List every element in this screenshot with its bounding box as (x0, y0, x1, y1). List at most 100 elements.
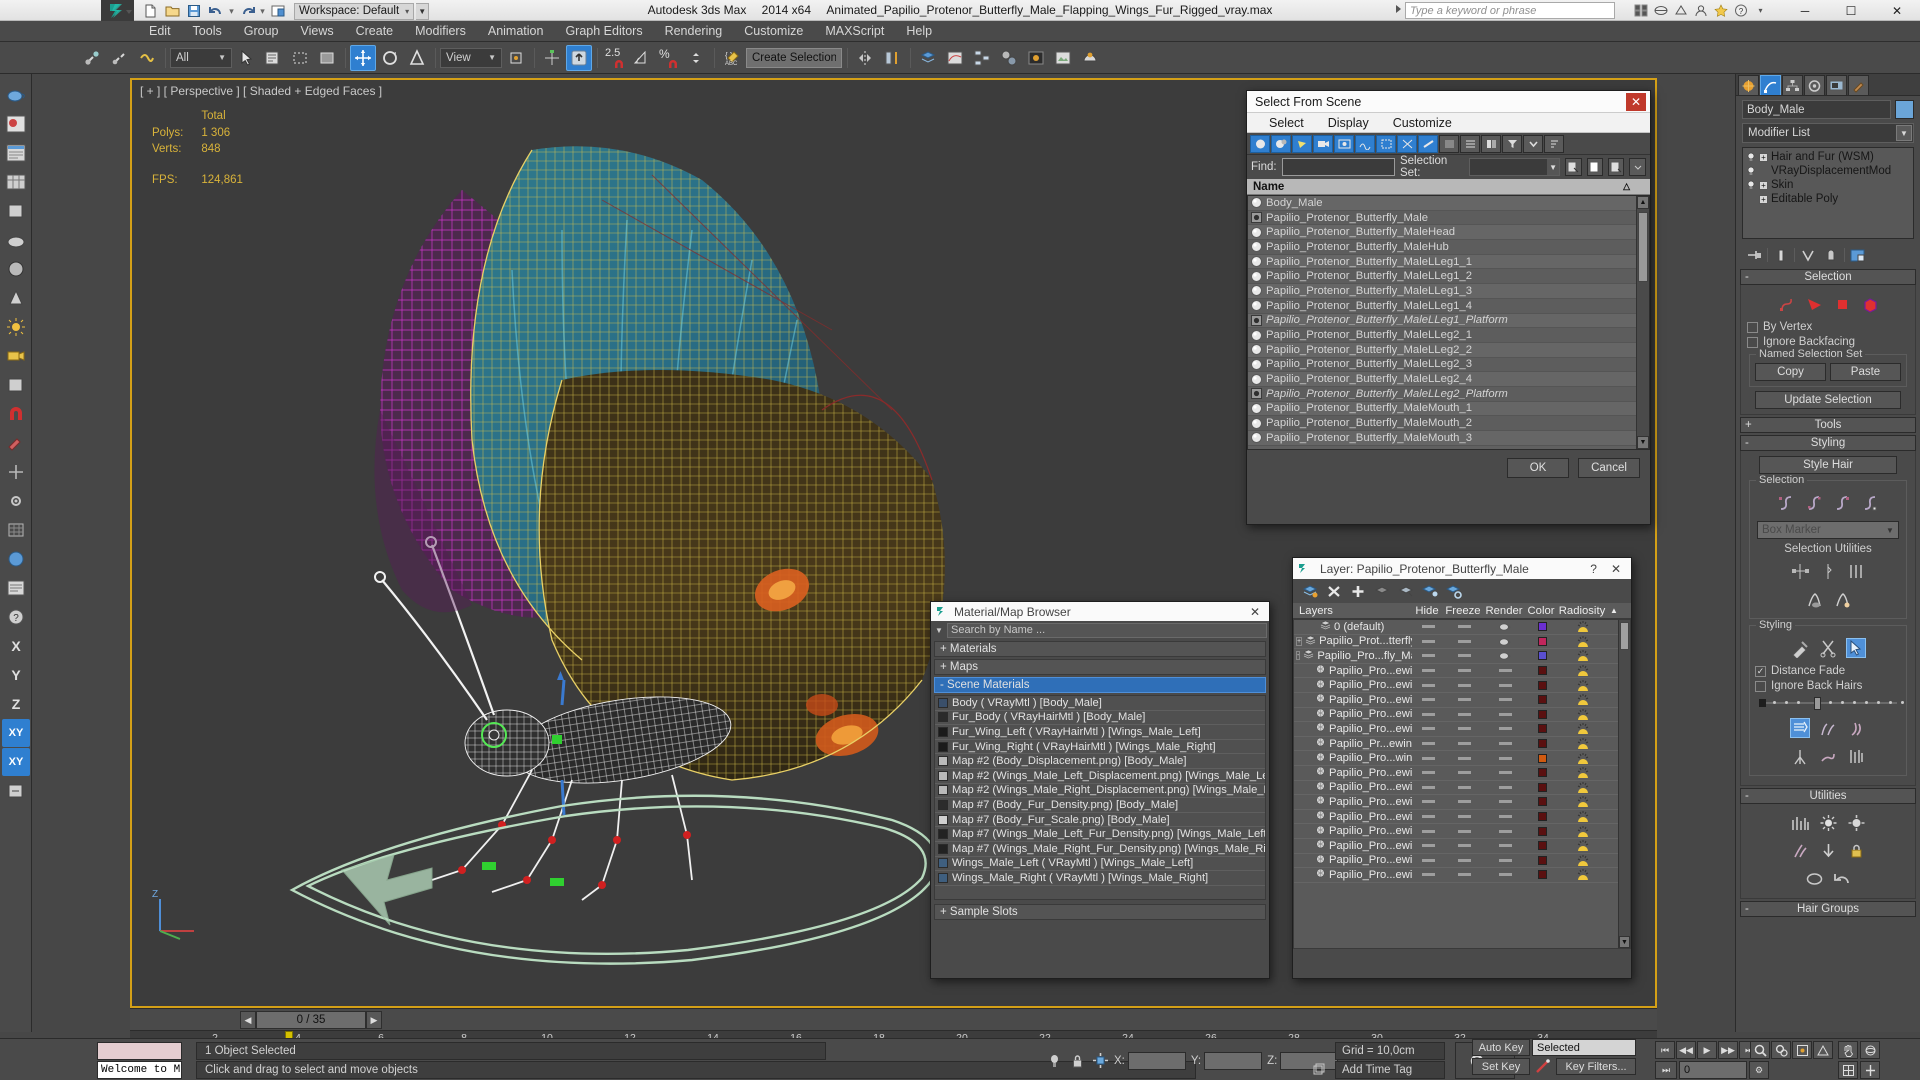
layer-freeze-cell[interactable] (1444, 742, 1484, 746)
scene-list-item[interactable]: Papilio_Protenor_Butterfly_MaleLLeg1_1 (1248, 254, 1649, 270)
layer-color-cell[interactable] (1526, 636, 1558, 646)
scene-list-item[interactable]: Papilio_Protenor_Butterfly_MaleHead (1248, 225, 1649, 241)
modifier-expander-icon[interactable]: + (1759, 180, 1768, 190)
section-materials[interactable]: + Materials (934, 641, 1266, 657)
set-project-folder-icon[interactable] (268, 2, 288, 20)
ignore-backfacing-checkbox[interactable] (1747, 336, 1758, 348)
layer-radiosity-cell[interactable] (1558, 868, 1608, 881)
layer-freeze-cell[interactable] (1444, 785, 1484, 789)
material-list-item[interactable]: Fur_Wing_Left ( VRayHairMtl ) [Wings_Mal… (935, 725, 1265, 740)
layer-row[interactable]: - Papilio_Pro...fly_Ma (1294, 649, 1630, 664)
menu-item-edit[interactable]: Edit (138, 21, 182, 42)
vertex-sub-object-icon[interactable] (1804, 294, 1824, 314)
layer-color-swatch[interactable] (1537, 826, 1547, 836)
select-and-move-icon[interactable] (350, 44, 376, 71)
display-list-icon[interactable] (1460, 134, 1480, 153)
layer-hide-cell[interactable] (1412, 800, 1444, 804)
layer-freeze-cell[interactable] (1444, 625, 1484, 629)
layer-freeze-cell[interactable] (1444, 712, 1484, 716)
layer-radiosity-cell[interactable] (1558, 781, 1608, 794)
render-toggle-icon[interactable] (1498, 858, 1512, 862)
help-dropdown-arrow[interactable]: ▾ (1751, 2, 1770, 19)
layer-color-cell[interactable] (1526, 841, 1558, 851)
layer-color-cell[interactable] (1526, 709, 1558, 719)
layer-hide-cell[interactable] (1412, 727, 1444, 731)
material-list-item[interactable]: Map #7 (Body_Fur_Scale.png) [Body_Male] (935, 813, 1265, 828)
orbit-icon[interactable] (1860, 1041, 1880, 1059)
rail-gear-icon[interactable] (2, 487, 30, 515)
layer-freeze-cell[interactable] (1444, 858, 1484, 862)
layer-color-cell[interactable] (1526, 855, 1558, 865)
play-button[interactable]: ▶ (1697, 1041, 1717, 1059)
layer-hide-cell[interactable] (1412, 756, 1444, 760)
layer-row[interactable]: Papilio_Pro...ewi (1294, 781, 1630, 796)
tab-display[interactable] (1826, 75, 1847, 95)
rail-axis-xy[interactable]: XY (2, 719, 30, 747)
hide-toggle-icon[interactable] (1421, 639, 1435, 643)
set-key-mode-icon[interactable] (1532, 1058, 1554, 1075)
layer-properties-icon[interactable] (1445, 582, 1463, 600)
select-from-scene-scrollbar[interactable]: ▲ ▼ (1636, 196, 1649, 449)
configure-modifier-sets-icon[interactable] (1848, 246, 1868, 264)
display-none-icon[interactable] (1439, 134, 1459, 153)
scene-list-item[interactable]: Papilio_Protenor_Butterfly_MaleLLeg2_Pla… (1248, 386, 1649, 402)
align-icon[interactable] (879, 45, 905, 71)
render-toggle-icon[interactable] (1498, 712, 1512, 716)
selection-filter-combo[interactable]: All ▼ (170, 47, 232, 68)
time-configuration-button[interactable]: ⚙ (1749, 1061, 1769, 1079)
rail-grid-icon[interactable] (2, 516, 30, 544)
material-list-item[interactable]: Fur_Wing_Right ( VRayHairMtl ) [Wings_Ma… (935, 740, 1265, 755)
ignore-back-hairs-checkbox-row[interactable]: Ignore Back Hairs (1755, 680, 1901, 692)
freeze-toggle-icon[interactable] (1457, 639, 1471, 643)
hair-undo-icon[interactable] (1832, 869, 1852, 889)
freeze-toggle-icon[interactable] (1457, 669, 1471, 673)
show-end-result-icon[interactable] (1771, 246, 1791, 264)
tab-hierarchy[interactable] (1782, 75, 1803, 95)
layer-color-swatch[interactable] (1537, 768, 1547, 778)
layer-name-cell[interactable]: Papilio_Pro...ewi (1294, 868, 1412, 881)
select-and-link-icon[interactable] (80, 45, 106, 71)
layer-hide-cell[interactable] (1412, 698, 1444, 702)
rail-axis-xy-alt[interactable]: XY (2, 748, 30, 776)
layer-freeze-cell[interactable] (1444, 669, 1484, 673)
layer-row[interactable]: Papilio_Pro...ewi (1294, 708, 1630, 723)
element-sub-object-icon[interactable] (1860, 294, 1880, 314)
layer-render-cell[interactable] (1484, 650, 1526, 661)
layer-row[interactable]: Papilio_Pro...win (1294, 751, 1630, 766)
goto-start-button[interactable]: ⏮ (1655, 1041, 1675, 1059)
filter-groups-icon[interactable] (1376, 134, 1396, 153)
hair-translate-brush-icon[interactable] (1790, 718, 1810, 738)
menu-item-graph-editors[interactable]: Graph Editors (554, 21, 653, 42)
hide-toggle-icon[interactable] (1421, 683, 1435, 687)
menu-item-tools[interactable]: Tools (182, 21, 233, 42)
material-list-item[interactable]: Wings_Male_Right ( VRayMtl ) [Wings_Male… (935, 871, 1265, 886)
layer-freeze-cell[interactable] (1444, 756, 1484, 760)
favorites-star-icon[interactable] (1711, 2, 1730, 19)
sfs-menu-customize[interactable]: Customize (1381, 116, 1464, 130)
open-file-icon[interactable] (162, 2, 182, 20)
expand-selection-icon[interactable] (1846, 561, 1866, 581)
layer-radiosity-cell[interactable] (1558, 693, 1608, 706)
layer-render-cell[interactable] (1484, 873, 1526, 877)
select-from-scene-column-header[interactable]: Name △ (1247, 179, 1650, 195)
rail-blue-sphere-icon[interactable] (2, 545, 30, 573)
material-search-input[interactable]: Search by Name ... (947, 622, 1267, 638)
help-icon[interactable]: ? (1731, 2, 1750, 19)
isolate-selection-icon[interactable] (1045, 1052, 1063, 1070)
sfs-menu-select[interactable]: Select (1257, 116, 1316, 130)
workspace-switch-icon[interactable] (1631, 2, 1650, 19)
hide-toggle-icon[interactable] (1421, 756, 1435, 760)
material-list-item[interactable]: Map #2 (Body_Displacement.png) [Body_Mal… (935, 754, 1265, 769)
render-toggle-icon[interactable] (1498, 829, 1512, 833)
filter-cameras-icon[interactable] (1313, 134, 1333, 153)
previous-frame-button[interactable]: ◀ (240, 1011, 256, 1029)
layer-hide-cell[interactable] (1412, 669, 1444, 673)
layer-hide-cell[interactable] (1412, 873, 1444, 877)
selection-set-options-icon[interactable] (1629, 158, 1646, 176)
layer-color-swatch[interactable] (1537, 666, 1547, 676)
scene-list-item[interactable]: Papilio_Protenor_Butterfly_MaleMouth_3 (1248, 431, 1649, 446)
layer-name-cell[interactable]: Papilio_Pro...ewi (1294, 722, 1412, 735)
layer-freeze-cell[interactable] (1444, 873, 1484, 877)
rail-axis-z[interactable]: Z (2, 690, 30, 718)
new-file-icon[interactable] (140, 2, 160, 20)
